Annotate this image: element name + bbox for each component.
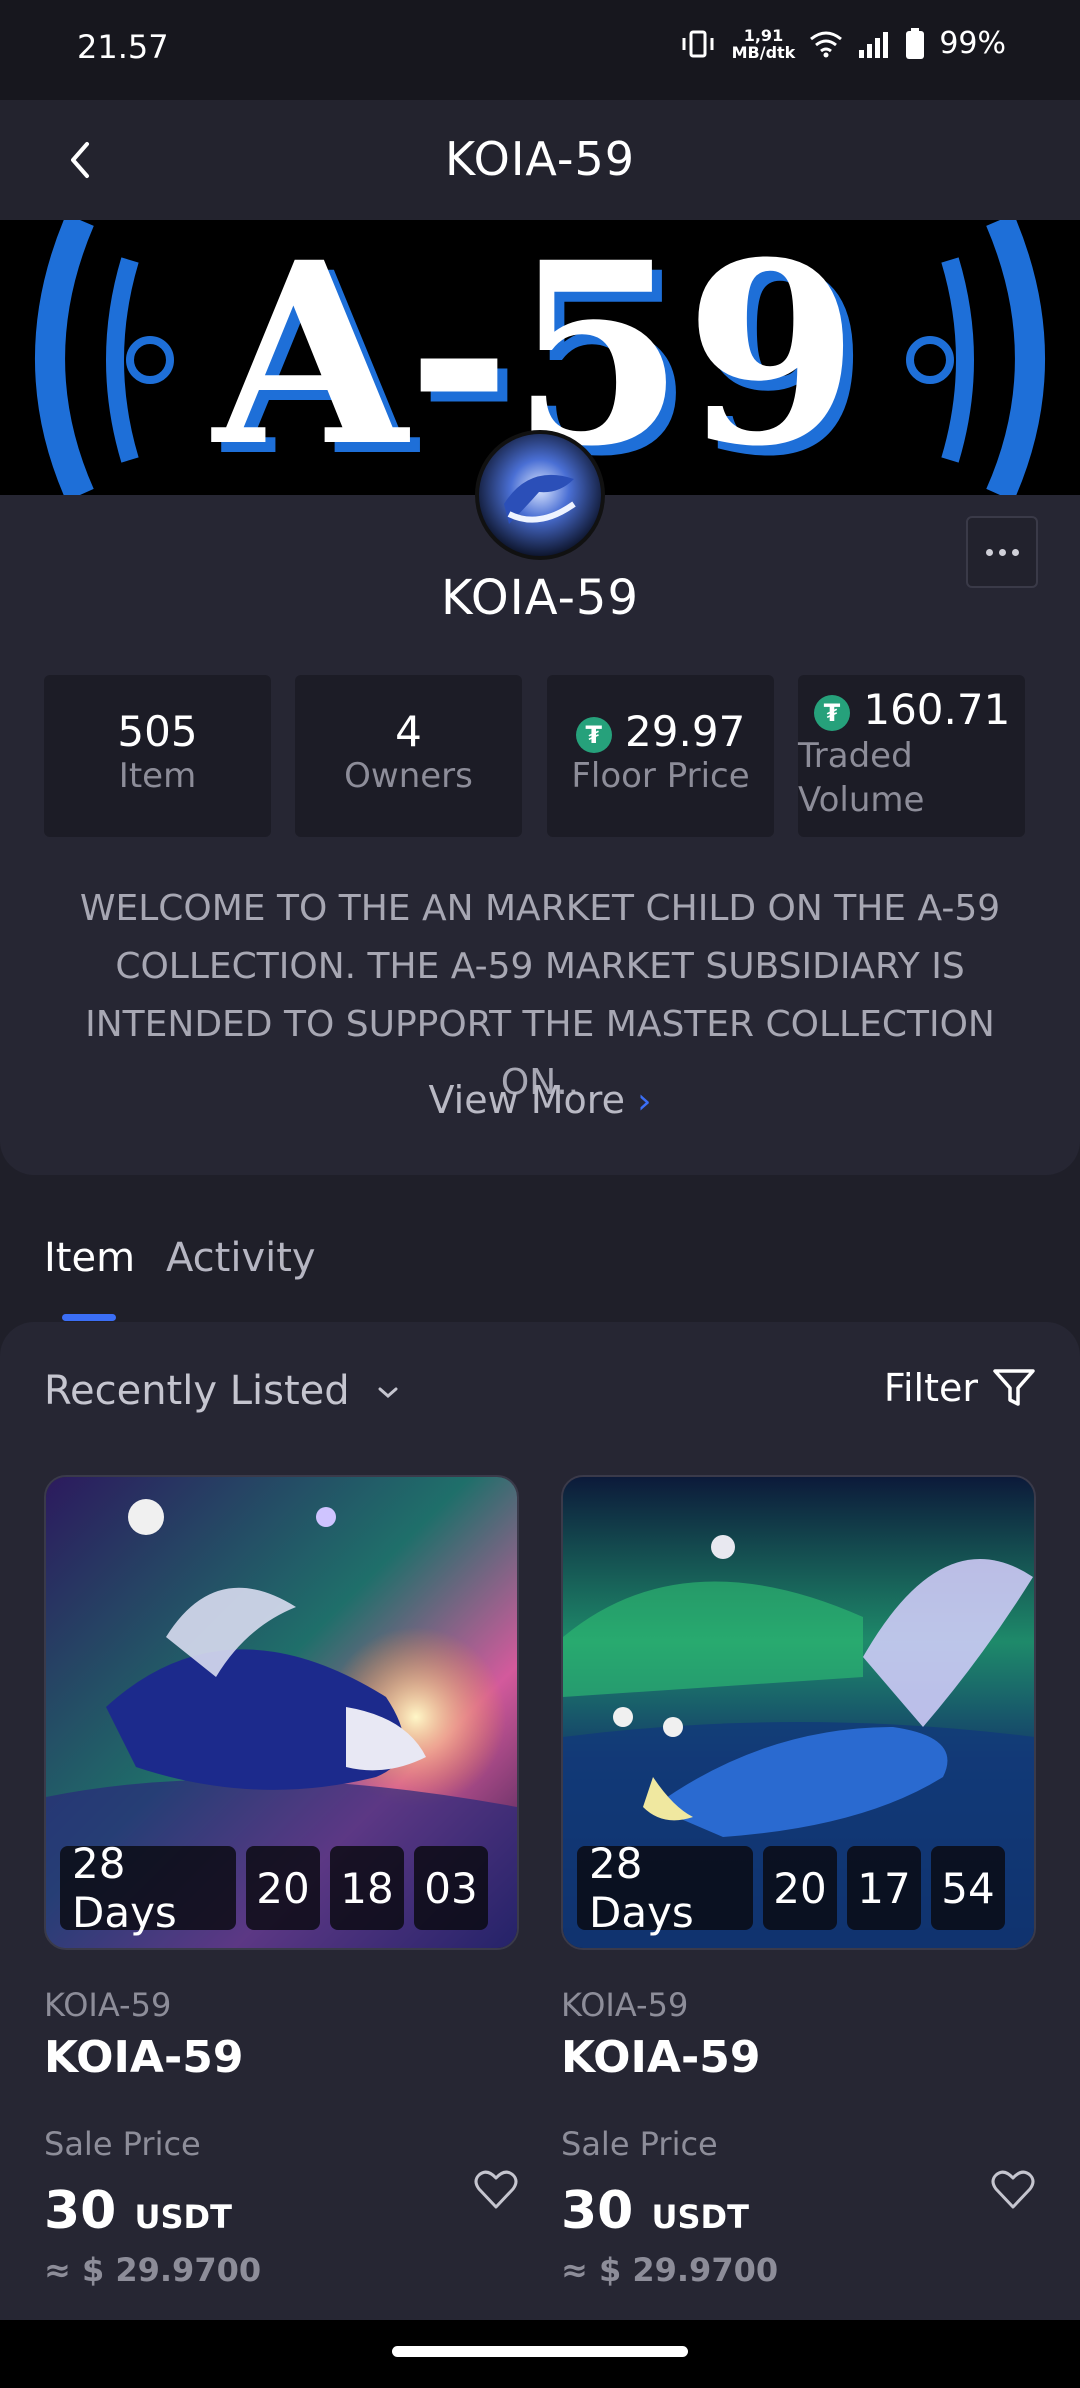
sale-price-label: Sale Price xyxy=(44,2125,201,2163)
usd-value: ≈ $ 29.9700 xyxy=(561,2251,779,2289)
sort-label: Recently Listed xyxy=(44,1368,350,1414)
timer-days: 28 Days xyxy=(577,1839,753,1937)
tab-activity[interactable]: Activity xyxy=(166,1235,316,1281)
stat-value: 160.71 xyxy=(863,685,1011,734)
stat-traded-volume: ₮ 160.71 Traded Volume xyxy=(798,675,1025,837)
system-nav-bar xyxy=(0,2320,1080,2388)
nft-image[interactable]: 28 Days 20 17 54 xyxy=(561,1475,1036,1950)
sale-price-label: Sale Price xyxy=(561,2125,718,2163)
filter-button[interactable]: Filter xyxy=(884,1366,1036,1410)
price-value: 30 USDT xyxy=(44,2181,232,2241)
view-more-link[interactable]: View More › xyxy=(0,1078,1080,1122)
nft-card[interactable]: 28 Days 20 18 03 KOIA-59 KOIA-59 Sale Pr… xyxy=(44,1475,519,2289)
stat-label: Owners xyxy=(344,756,473,796)
nft-card[interactable]: 28 Days 20 17 54 KOIA-59 KOIA-59 Sale Pr… xyxy=(561,1475,1036,2289)
price-row: 30 USDT xyxy=(561,2170,1036,2241)
price-amount: 30 xyxy=(44,2181,117,2241)
stat-value: 4 xyxy=(395,707,422,756)
timer-seconds: 03 xyxy=(414,1846,488,1930)
card-collection: KOIA-59 xyxy=(44,1986,172,2024)
status-time: 21.57 xyxy=(77,28,169,66)
usd-value: ≈ $ 29.9700 xyxy=(44,2251,262,2289)
stat-label: Floor Price xyxy=(571,756,750,796)
chevron-right-icon: › xyxy=(637,1081,652,1122)
description-line: COLLECTION. THE A-59 MARKET SUBSIDIARY I… xyxy=(115,946,965,987)
collection-avatar xyxy=(475,430,605,560)
home-indicator[interactable] xyxy=(392,2346,688,2357)
network-speed: 1,91 MB/dtk xyxy=(732,27,796,61)
items-panel: Recently Listed Filter 28 Days 20 18 03 … xyxy=(0,1322,1080,2388)
stat-label: Traded Volume xyxy=(798,736,925,820)
price-value: 30 USDT xyxy=(561,2181,749,2241)
stat-items: 505 Item xyxy=(44,675,271,837)
price-unit: USDT xyxy=(134,2198,232,2236)
battery-icon xyxy=(906,27,925,59)
more-dot-icon xyxy=(998,548,1006,556)
auction-timer: 28 Days 20 18 03 xyxy=(60,1839,488,1937)
koi-avatar-image xyxy=(479,434,601,556)
stat-value-row: ₮ 29.97 xyxy=(547,707,774,756)
more-dot-icon xyxy=(985,548,993,556)
stat-value: 29.97 xyxy=(625,707,746,756)
timer-hours: 20 xyxy=(763,1846,837,1930)
chevron-down-icon xyxy=(378,1387,398,1398)
filter-icon xyxy=(993,1369,1035,1406)
speed-unit: MB/dtk xyxy=(731,42,796,62)
usdt-icon: ₮ xyxy=(814,694,850,731)
timer-seconds: 54 xyxy=(931,1846,1005,1930)
vibrate-icon xyxy=(682,30,714,57)
stat-owners: 4 Owners xyxy=(295,675,522,837)
speed-value: 1,91 xyxy=(743,25,784,45)
stat-value: 505 xyxy=(117,707,198,756)
heart-icon[interactable] xyxy=(473,2167,519,2213)
stat-label: Item xyxy=(118,756,197,796)
battery-percent: 99% xyxy=(939,26,1006,61)
timer-hours: 20 xyxy=(246,1846,320,1930)
more-dot-icon xyxy=(1011,548,1019,556)
price-unit: USDT xyxy=(651,2198,749,2236)
status-icons: 1,91 MB/dtk 99% xyxy=(678,26,1006,61)
price-row: 30 USDT xyxy=(44,2170,519,2241)
price-amount: 30 xyxy=(561,2181,634,2241)
card-name: KOIA-59 xyxy=(561,2032,761,2083)
wifi-icon xyxy=(810,31,843,57)
usdt-icon: ₮ xyxy=(575,716,612,753)
filter-label: Filter xyxy=(883,1366,978,1410)
sort-dropdown[interactable]: Recently Listed xyxy=(44,1368,400,1414)
timer-days: 28 Days xyxy=(60,1839,236,1937)
nft-image[interactable]: 28 Days 20 18 03 xyxy=(44,1475,519,1950)
status-bar: 21.57 1,91 MB/dtk 99% xyxy=(0,0,1080,100)
collection-name: KOIA-59 xyxy=(441,570,639,626)
app-header: KOIA-59 xyxy=(0,100,1080,220)
timer-minutes: 17 xyxy=(847,1846,921,1930)
card-name: KOIA-59 xyxy=(44,2032,244,2083)
page-title: KOIA-59 xyxy=(444,132,635,186)
stat-floor-price: ₮ 29.97 Floor Price xyxy=(547,675,774,837)
tab-item[interactable]: Item xyxy=(44,1235,135,1281)
view-more-label: View More xyxy=(428,1078,625,1122)
description-line: WELCOME TO THE AN MARKET CHILD ON THE A-… xyxy=(79,888,1001,929)
signal-icon xyxy=(859,31,889,58)
auction-timer: 28 Days 20 17 54 xyxy=(577,1839,1005,1937)
active-tab-indicator xyxy=(62,1314,116,1321)
tab-bar: Item Activity xyxy=(0,1200,1080,1321)
heart-icon[interactable] xyxy=(990,2167,1036,2213)
stat-value-row: ₮ 160.71 xyxy=(798,685,1025,734)
card-collection: KOIA-59 xyxy=(561,1986,689,2024)
timer-minutes: 18 xyxy=(330,1846,404,1930)
